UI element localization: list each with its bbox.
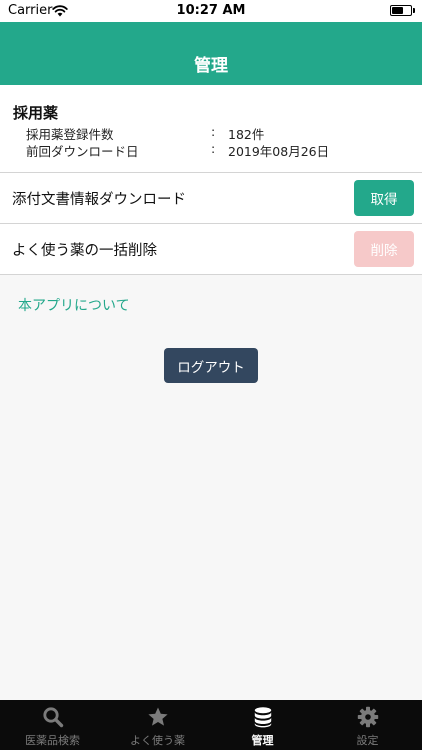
gear-icon: [357, 706, 378, 728]
page-title: 管理: [194, 56, 228, 76]
battery-icon: [390, 5, 412, 16]
app-header: 管理: [0, 22, 422, 85]
last-download-row: 前回ダウンロード日 : 2019年08月26日: [26, 141, 329, 160]
separator: :: [211, 124, 216, 139]
separator: :: [211, 141, 216, 156]
logout-button[interactable]: ログアウト: [164, 348, 258, 383]
tab-label: よく使う薬: [130, 734, 185, 747]
search-icon: [42, 707, 63, 728]
battery-tip: [413, 8, 415, 13]
tab-bar: 医薬品検索 よく使う薬 管理 設定: [0, 700, 422, 750]
adopted-drugs-title: 採用薬: [13, 104, 59, 122]
download-button[interactable]: 取得: [354, 180, 414, 216]
tab-settings[interactable]: 設定: [315, 700, 420, 750]
about-app-link[interactable]: 本アプリについて: [18, 295, 130, 315]
tab-label: 管理: [251, 734, 274, 747]
package-insert-download-row: 添付文書情報ダウンロード 取得: [0, 173, 422, 224]
registered-count-label: 採用薬登録件数: [26, 127, 114, 142]
tab-label: 設定: [356, 734, 379, 747]
tab-favorites[interactable]: よく使う薬: [105, 700, 210, 750]
last-download-label: 前回ダウンロード日: [26, 144, 139, 159]
tab-drug-search[interactable]: 医薬品検索: [0, 700, 105, 750]
bulk-delete-row: よく使う薬の一括削除 削除: [0, 224, 422, 275]
tab-label: 医薬品検索: [25, 734, 80, 747]
package-insert-download-label: 添付文書情報ダウンロード: [12, 192, 186, 208]
bulk-delete-label: よく使う薬の一括削除: [12, 243, 157, 259]
star-icon: [147, 707, 168, 726]
status-bar: Carrier 10:27 AM: [0, 0, 422, 22]
delete-button[interactable]: 削除: [354, 231, 414, 267]
tab-management[interactable]: 管理: [210, 700, 315, 750]
last-download-value: 2019年08月26日: [228, 144, 330, 159]
database-icon: [254, 707, 271, 728]
status-time: 10:27 AM: [176, 3, 246, 18]
adopted-drugs-card: 採用薬 採用薬登録件数 : 182件 前回ダウンロード日 : 2019年08月2…: [0, 85, 422, 173]
